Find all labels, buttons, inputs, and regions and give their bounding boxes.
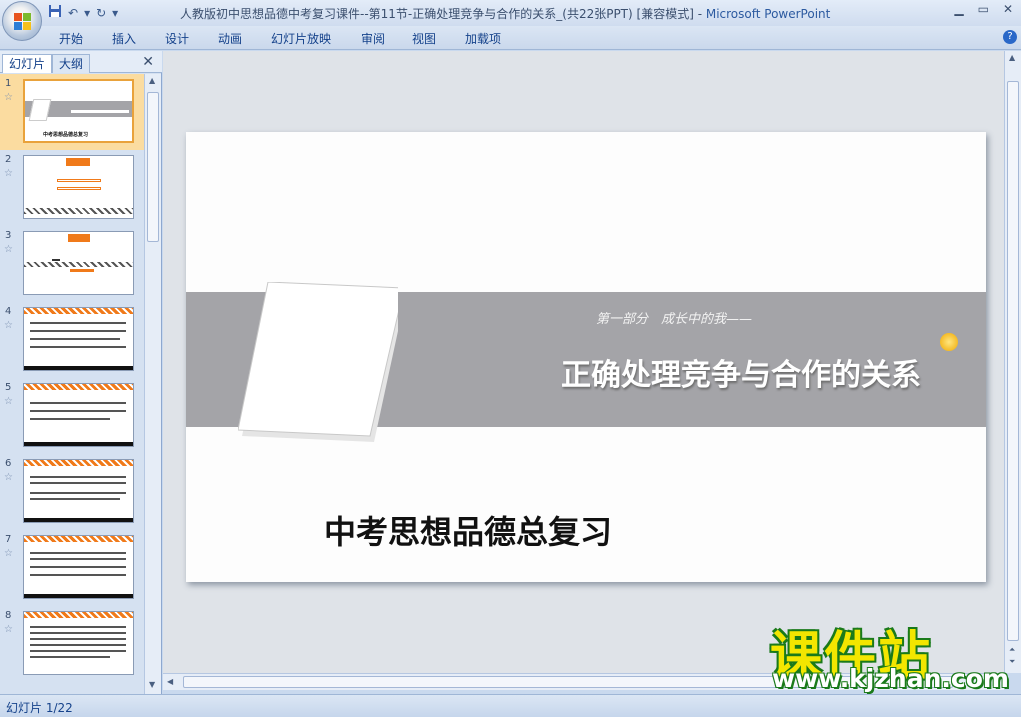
document-title: 人教版初中思想品德中考复习课件--第11节-正确处理竞争与合作的关系_(共22张… (180, 7, 706, 21)
transition-star-icon: ☆ (4, 472, 13, 483)
slides-panel: 幻灯片 大纲 ✕ 1 ☆ 中考思想品德总复习 2 ☆ 3 ☆ 4 ☆ 5 ☆ 6… (0, 51, 162, 694)
office-button[interactable] (2, 1, 42, 41)
maximize-icon[interactable]: ▭ (978, 2, 989, 16)
scrollbar-thumb[interactable] (147, 92, 159, 242)
thumb-preview (23, 535, 134, 599)
slide-thumbnails: 1 ☆ 中考思想品德总复习 2 ☆ 3 ☆ 4 ☆ 5 ☆ 6 ☆ 7 ☆ 8 … (0, 74, 144, 694)
thumb-preview (23, 307, 134, 371)
quick-access-toolbar: ↶ ▾ ↻ ▾ (48, 4, 118, 22)
thumb-preview (23, 231, 134, 295)
transition-star-icon: ☆ (4, 396, 13, 407)
slide-number: 3 (5, 230, 12, 241)
transition-star-icon: ☆ (4, 624, 13, 635)
window-title: 人教版初中思想品德中考复习课件--第11节-正确处理竞争与合作的关系_(共22张… (180, 5, 830, 22)
office-logo-icon (14, 13, 31, 30)
slide-picture-frame (238, 282, 398, 442)
slide-counter: 幻灯片 1/22 (6, 701, 73, 715)
customize-toolbar-icon[interactable]: ▾ (112, 5, 118, 21)
transition-star-icon: ☆ (4, 548, 13, 559)
scrollbar-thumb[interactable] (1007, 81, 1019, 641)
save-icon[interactable] (48, 4, 62, 22)
thumb-preview (23, 459, 134, 523)
previous-slide-icon[interactable]: ⏶ (1009, 645, 1015, 655)
scroll-up-icon[interactable]: ▲ (1009, 53, 1015, 62)
undo-icon[interactable]: ↶ (68, 5, 78, 21)
tab-insert[interactable]: 插入 (112, 30, 136, 47)
current-slide[interactable]: 第一部分 成长中的我—— 正确处理竞争与合作的关系 中考思想品德总复习 (186, 132, 986, 582)
slide-thumbnail-1[interactable]: 1 ☆ 中考思想品德总复习 (0, 74, 144, 150)
scroll-down-icon[interactable]: ▼ (149, 680, 155, 689)
slide-thumbnail-2[interactable]: 2 ☆ (0, 150, 144, 226)
slide-title[interactable]: 正确处理竞争与合作的关系 (561, 350, 921, 394)
slide-number: 2 (5, 154, 12, 165)
close-icon[interactable]: ✕ (142, 54, 154, 70)
slide-thumbnail-5[interactable]: 5 ☆ (0, 378, 144, 454)
tab-addins[interactable]: 加载项 (465, 30, 501, 47)
window-controls: ▁ ▭ ✕ (954, 2, 1013, 16)
tab-home[interactable]: 开始 (59, 30, 83, 47)
slide-thumbnail-3[interactable]: 3 ☆ (0, 226, 144, 302)
minimize-icon[interactable]: ▁ (954, 2, 963, 16)
app-name: Microsoft PowerPoint (705, 7, 831, 21)
transition-star-icon: ☆ (4, 92, 13, 103)
title-bar: ↶ ▾ ↻ ▾ 人教版初中思想品德中考复习课件--第11节-正确处理竞争与合作的… (0, 0, 1021, 26)
slide-number: 1 (5, 78, 12, 89)
sun-icon (940, 333, 958, 351)
close-icon[interactable]: ✕ (1003, 2, 1013, 16)
slide-number: 8 (5, 610, 12, 621)
tab-outline[interactable]: 大纲 (52, 54, 91, 73)
slide-number: 7 (5, 534, 12, 545)
thumb-caption: 中考思想品德总复习 (43, 132, 89, 138)
slide-bottom-title[interactable]: 中考思想品德总复习 (324, 507, 612, 553)
transition-star-icon: ☆ (4, 168, 13, 179)
status-bar: 幻灯片 1/22 (0, 694, 1021, 717)
ribbon-tabs: 开始 插入 设计 动画 幻灯片放映 审阅 视图 加载项 ? (0, 26, 1021, 50)
slide-thumbnail-6[interactable]: 6 ☆ (0, 454, 144, 530)
tab-slideshow[interactable]: 幻灯片放映 (271, 30, 331, 47)
slide-number: 5 (5, 382, 12, 393)
scroll-left-icon[interactable]: ◀ (167, 677, 173, 686)
main-vertical-scrollbar[interactable]: ▲ ⏶ ⏷ (1004, 51, 1021, 673)
tab-animation[interactable]: 动画 (218, 30, 242, 47)
slide-number: 4 (5, 306, 12, 317)
slide-thumbnail-4[interactable]: 4 ☆ (0, 302, 144, 378)
slide-number: 6 (5, 458, 12, 469)
panel-tabs: 幻灯片 大纲 ✕ (0, 51, 162, 73)
thumb-preview: 中考思想品德总复习 (23, 79, 134, 143)
thumb-preview (23, 155, 134, 219)
watermark-url: www.kjzhan.com (772, 664, 1009, 693)
transition-star-icon: ☆ (4, 244, 13, 255)
tab-review[interactable]: 审阅 (361, 30, 385, 47)
redo-icon[interactable]: ↻ (96, 5, 106, 21)
chevron-down-icon[interactable]: ▾ (84, 5, 90, 21)
slide-editing-area: 第一部分 成长中的我—— 正确处理竞争与合作的关系 中考思想品德总复习 (163, 51, 1004, 673)
thumb-preview (23, 611, 134, 675)
slide-subtitle[interactable]: 第一部分 成长中的我—— (596, 308, 752, 327)
transition-star-icon: ☆ (4, 320, 13, 331)
tab-design[interactable]: 设计 (165, 30, 189, 47)
thumbnails-scrollbar[interactable]: ▲ ▼ (144, 74, 161, 694)
tab-slides[interactable]: 幻灯片 (2, 54, 53, 73)
slide-thumbnail-7[interactable]: 7 ☆ (0, 530, 144, 606)
scroll-up-icon[interactable]: ▲ (149, 76, 155, 85)
help-icon[interactable]: ? (1003, 30, 1017, 44)
slide-thumbnail-8[interactable]: 8 ☆ (0, 606, 144, 682)
thumb-preview (23, 383, 134, 447)
next-slide-icon[interactable]: ⏷ (1009, 657, 1015, 667)
tab-view[interactable]: 视图 (412, 30, 436, 47)
